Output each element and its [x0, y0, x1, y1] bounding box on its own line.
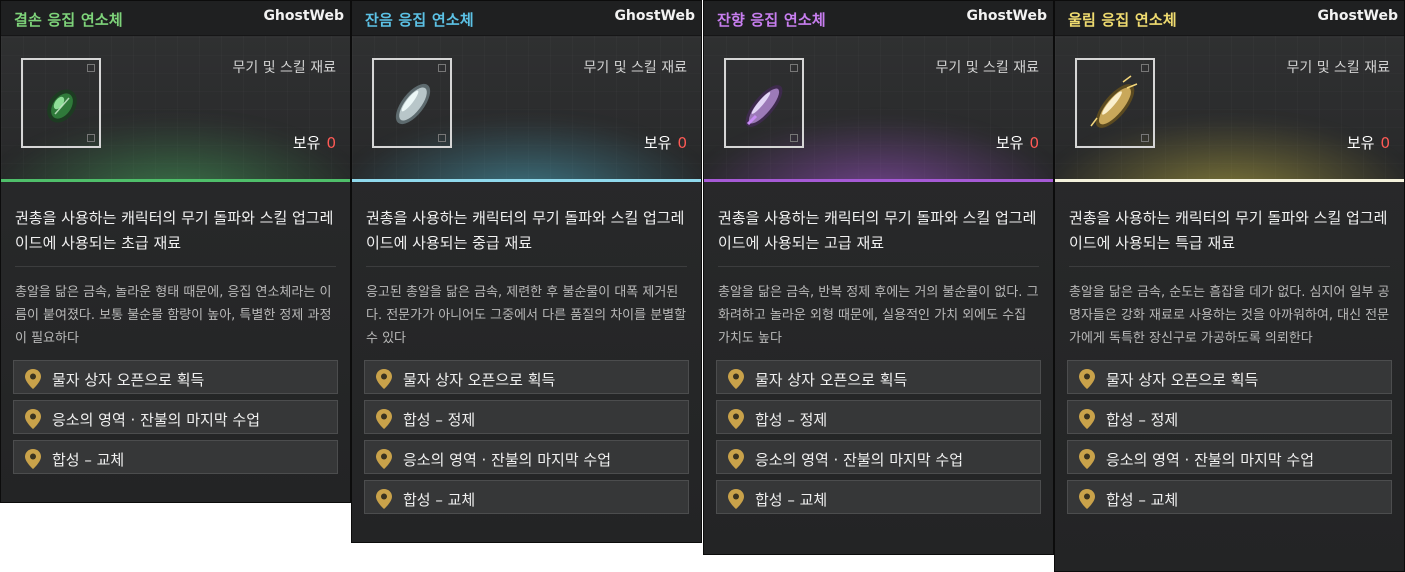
owned-count: 보유 0: [995, 134, 1039, 152]
location-pin-icon: [728, 409, 744, 429]
divider: [1069, 266, 1390, 267]
item-frame: [372, 58, 452, 148]
source-item[interactable]: 합성 – 교체: [364, 480, 689, 514]
card-header: 잔음 응집 연소체 GhostWeb: [352, 1, 701, 36]
source-label: 응소의 영역 · 잔불의 마지막 수업: [52, 411, 261, 429]
card-title: 잔음 응집 연소체: [365, 11, 474, 29]
location-pin-icon: [1079, 489, 1095, 509]
source-list: 물자 상자 오픈으로 획득 합성 – 정제 응소의 영역 · 잔불의 마지막 수…: [716, 360, 1041, 514]
card-header: 울림 응집 연소체 GhostWeb: [1055, 1, 1404, 36]
divider: [366, 266, 687, 267]
source-item[interactable]: 합성 – 정제: [364, 400, 689, 434]
location-pin-icon: [1079, 449, 1095, 469]
blue-bullet-icon: [395, 83, 431, 125]
gold-bullet-icon: [1090, 75, 1138, 128]
source-label: 응소의 영역 · 잔불의 마지막 수업: [403, 451, 612, 469]
item-category: 무기 및 스킬 재료: [232, 60, 336, 76]
material-card-gold: 울림 응집 연소체 GhostWeb 무기 및 스킬 재료 보유 0 권총을 사용…: [1054, 0, 1405, 572]
location-pin-icon: [1079, 369, 1095, 389]
source-item[interactable]: 응소의 영역 · 잔불의 마지막 수업: [13, 400, 338, 434]
source-label: 합성 – 정제: [755, 411, 828, 429]
source-label: 합성 – 교체: [52, 451, 125, 469]
item-description: 권총을 사용하는 캐릭터의 무기 돌파와 스킬 업그레이드에 사용되는 초급 재…: [15, 209, 334, 252]
card-title: 결손 응집 연소체: [14, 11, 123, 29]
green-bullet-icon: [47, 89, 77, 123]
source-label: 합성 – 교체: [403, 491, 476, 509]
source-list: 물자 상자 오픈으로 획득 합성 – 정제 응소의 영역 · 잔불의 마지막 수…: [364, 360, 689, 514]
location-pin-icon: [376, 369, 392, 389]
location-pin-icon: [728, 449, 744, 469]
item-frame: [724, 58, 804, 148]
source-item[interactable]: 응소의 영역 · 잔불의 마지막 수업: [1067, 440, 1392, 474]
source-label: 물자 상자 오픈으로 획득: [1106, 371, 1259, 389]
location-pin-icon: [1079, 409, 1095, 429]
purple-bullet-icon: [745, 85, 783, 127]
source-list: 물자 상자 오픈으로 획득 합성 – 정제 응소의 영역 · 잔불의 마지막 수…: [1067, 360, 1392, 514]
source-item[interactable]: 합성 – 정제: [716, 400, 1041, 434]
item-description: 권총을 사용하는 캐릭터의 무기 돌파와 스킬 업그레이드에 사용되는 특급 재…: [1069, 209, 1388, 252]
location-pin-icon: [25, 409, 41, 429]
item-frame: [1075, 58, 1155, 148]
location-pin-icon: [376, 409, 392, 429]
source-list: 물자 상자 오픈으로 획득 응소의 영역 · 잔불의 마지막 수업 합성 – 교…: [13, 360, 338, 474]
divider: [15, 266, 336, 267]
item-category: 무기 및 스킬 재료: [935, 60, 1039, 76]
source-item[interactable]: 합성 – 교체: [1067, 480, 1392, 514]
source-label: 물자 상자 오픈으로 획득: [52, 371, 205, 389]
source-item[interactable]: 응소의 영역 · 잔불의 마지막 수업: [716, 440, 1041, 474]
source-item[interactable]: 합성 – 정제: [1067, 400, 1392, 434]
item-frame: [21, 58, 101, 148]
source-item[interactable]: 물자 상자 오픈으로 획득: [1067, 360, 1392, 394]
item-lore: 총알을 닮은 금속, 순도는 흠잡을 데가 없다. 심지어 일부 공명자들은 강…: [1069, 285, 1390, 346]
card-header: 결손 응집 연소체 GhostWeb: [1, 1, 350, 36]
source-label: 합성 – 정제: [1106, 411, 1179, 429]
source-label: 합성 – 교체: [1106, 491, 1179, 509]
watermark: GhostWeb: [614, 8, 695, 24]
source-label: 물자 상자 오픈으로 획득: [403, 371, 556, 389]
location-pin-icon: [25, 449, 41, 469]
item-lore: 총알을 닮은 금속, 반복 정제 후에는 거의 불순물이 없다. 그 화려하고 …: [718, 285, 1039, 346]
watermark: GhostWeb: [1317, 8, 1398, 24]
card-title: 잔향 응집 연소체: [717, 11, 826, 29]
watermark: GhostWeb: [263, 8, 344, 24]
source-item[interactable]: 물자 상자 오픈으로 획득: [364, 360, 689, 394]
source-label: 합성 – 교체: [755, 491, 828, 509]
source-item[interactable]: 물자 상자 오픈으로 획득: [716, 360, 1041, 394]
item-hero: 무기 및 스킬 재료 보유 0: [352, 36, 701, 182]
source-item[interactable]: 합성 – 교체: [13, 440, 338, 474]
item-hero: 무기 및 스킬 재료 보유 0: [1, 36, 350, 182]
location-pin-icon: [25, 369, 41, 389]
owned-count: 보유 0: [643, 134, 687, 152]
location-pin-icon: [376, 489, 392, 509]
owned-count: 보유 0: [1346, 134, 1390, 152]
material-card-blue: 잔음 응집 연소체 GhostWeb 무기 및 스킬 재료 보유 0 권총을 사용…: [351, 0, 702, 543]
item-lore: 응고된 총알을 닮은 금속, 제련한 후 불순물이 대폭 제거된다. 전문가가 …: [366, 285, 687, 346]
location-pin-icon: [728, 489, 744, 509]
material-card-purple: 잔향 응집 연소체 GhostWeb 무기 및 스킬 재료 보유 0 권총을 사용…: [703, 0, 1054, 555]
location-pin-icon: [376, 449, 392, 469]
card-title: 울림 응집 연소체: [1068, 11, 1177, 29]
source-label: 응소의 영역 · 잔불의 마지막 수업: [755, 451, 964, 469]
item-description: 권총을 사용하는 캐릭터의 무기 돌파와 스킬 업그레이드에 사용되는 고급 재…: [718, 209, 1037, 252]
item-category: 무기 및 스킬 재료: [583, 60, 687, 76]
divider: [718, 266, 1039, 267]
item-category: 무기 및 스킬 재료: [1286, 60, 1390, 76]
item-description: 권총을 사용하는 캐릭터의 무기 돌파와 스킬 업그레이드에 사용되는 중급 재…: [366, 209, 685, 252]
location-pin-icon: [728, 369, 744, 389]
card-header: 잔향 응집 연소체 GhostWeb: [704, 1, 1053, 36]
item-lore: 총알을 닮은 금속, 놀라운 형태 때문에, 응집 연소체라는 이름이 붙여졌다…: [15, 285, 332, 346]
source-label: 합성 – 정제: [403, 411, 476, 429]
source-item[interactable]: 물자 상자 오픈으로 획득: [13, 360, 338, 394]
item-hero: 무기 및 스킬 재료 보유 0: [1055, 36, 1404, 182]
material-card-green: 결손 응집 연소체 GhostWeb 무기 및 스킬 재료 보유 0 권총을 사용…: [0, 0, 351, 503]
source-item[interactable]: 합성 – 교체: [716, 480, 1041, 514]
source-label: 물자 상자 오픈으로 획득: [755, 371, 908, 389]
watermark: GhostWeb: [966, 8, 1047, 24]
source-item[interactable]: 응소의 영역 · 잔불의 마지막 수업: [364, 440, 689, 474]
source-label: 응소의 영역 · 잔불의 마지막 수업: [1106, 451, 1315, 469]
owned-count: 보유 0: [292, 134, 336, 152]
item-hero: 무기 및 스킬 재료 보유 0: [704, 36, 1053, 182]
